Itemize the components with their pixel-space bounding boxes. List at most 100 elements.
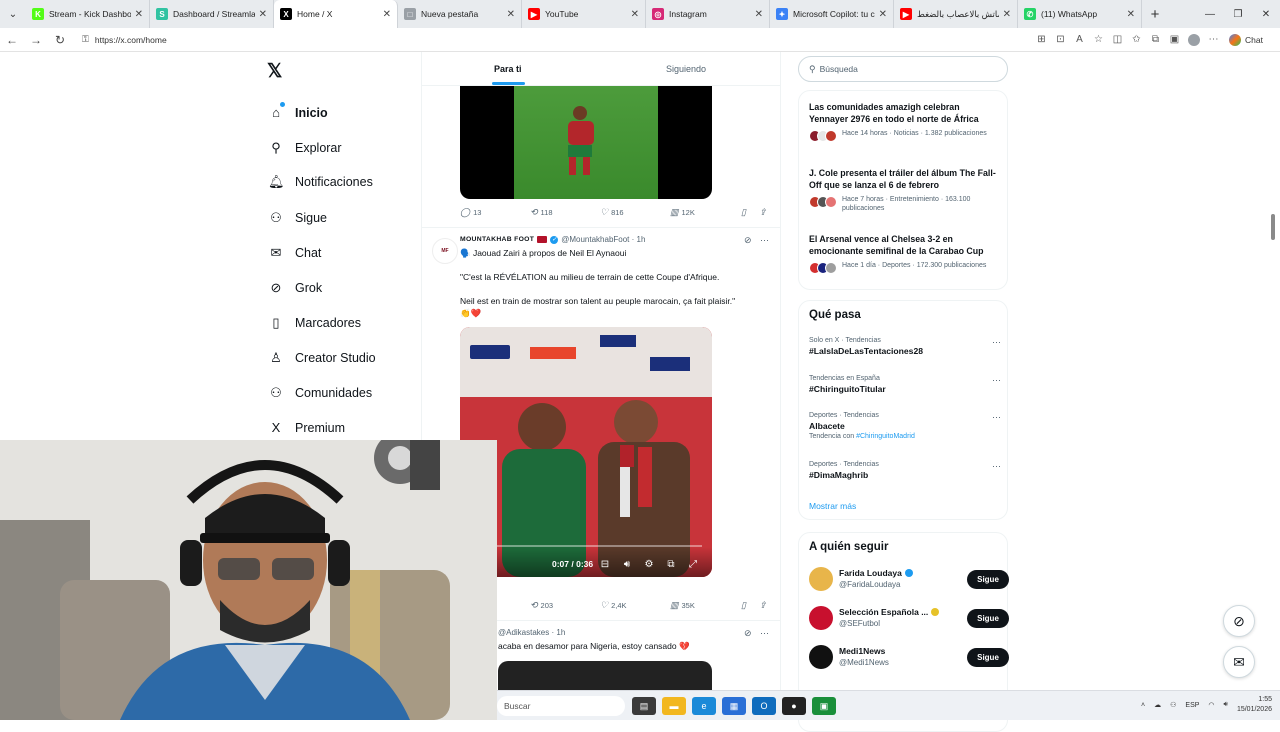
post-video[interactable] bbox=[460, 85, 712, 199]
follow-suggestion[interactable]: Farida Loudaya @FaridaLoudaya Sigue bbox=[809, 567, 1009, 593]
repost-button[interactable]: ⟲ 203 bbox=[530, 600, 553, 611]
more-options-icon[interactable]: ⋯ bbox=[992, 461, 1001, 472]
tab-close-icon[interactable]: ✕ bbox=[259, 9, 267, 20]
cloud-icon[interactable]: ☁ bbox=[1154, 701, 1161, 709]
bookmark-button[interactable]: ▯ bbox=[741, 207, 749, 218]
nav-item-creator-studio[interactable]: ♙ Creator Studio bbox=[268, 350, 375, 366]
captions-icon[interactable]: ⊟ bbox=[594, 559, 616, 570]
profile-avatar[interactable] bbox=[1188, 33, 1200, 46]
store-icon[interactable]: ▦ bbox=[722, 697, 746, 715]
pip-icon[interactable]: ⧉ bbox=[660, 559, 682, 570]
read-aloud-icon[interactable]: A bbox=[1070, 34, 1089, 45]
taskbar-search[interactable]: Buscar bbox=[497, 696, 625, 716]
outlook-icon[interactable]: O bbox=[752, 697, 776, 715]
more-options-icon[interactable]: ⋯ bbox=[992, 375, 1001, 386]
collections-icon[interactable]: ▣ bbox=[1165, 34, 1184, 45]
author-avatar[interactable]: MF bbox=[432, 238, 458, 264]
tab-close-icon[interactable]: ✕ bbox=[755, 9, 763, 20]
grok-floating-button[interactable]: ⊘ bbox=[1223, 605, 1255, 637]
forward-icon[interactable]: → bbox=[24, 33, 48, 47]
obs-icon[interactable]: ● bbox=[782, 697, 806, 715]
tab-close-icon[interactable]: ✕ bbox=[1003, 9, 1011, 20]
app-available-icon[interactable]: ⊞ bbox=[1032, 34, 1051, 45]
new-tab-button[interactable]: + bbox=[1142, 6, 1168, 23]
news-item[interactable]: J. Cole presenta el tráiler del álbum Th… bbox=[809, 167, 999, 213]
tab-close-icon[interactable]: ✕ bbox=[383, 9, 391, 20]
browser-tab[interactable]: ▶ ماتش بالاعصاب بالضغط ✕ bbox=[894, 0, 1018, 28]
trend-item[interactable]: Deportes · Tendencias #DimaMaghrib ⋯ bbox=[809, 461, 1001, 480]
tab-close-icon[interactable]: ✕ bbox=[507, 9, 515, 20]
fullscreen-icon[interactable]: ⤢ bbox=[682, 559, 704, 570]
nav-item-notificaciones[interactable]: 🔔︎ Notificaciones bbox=[268, 174, 373, 190]
settings-gear-icon[interactable]: ⚙ bbox=[638, 559, 660, 570]
trend-item[interactable]: Tendencias en España #ChiringuitoTitular ⋯ bbox=[809, 375, 1001, 394]
network-icon[interactable]: ⚇ bbox=[1170, 701, 1176, 709]
back-icon[interactable]: ← bbox=[0, 33, 24, 47]
site-info-icon[interactable]: ⚿ bbox=[82, 34, 89, 45]
browser-tab[interactable]: ✆ (11) WhatsApp ✕ bbox=[1018, 0, 1142, 28]
author-handle[interactable]: @Adikastakes bbox=[498, 628, 549, 637]
reload-icon[interactable]: ↻ bbox=[48, 33, 72, 47]
tab-close-icon[interactable]: ✕ bbox=[879, 9, 887, 20]
task-view-icon[interactable]: ▤ bbox=[632, 697, 656, 715]
repost-button[interactable]: ⟲ 118 bbox=[530, 207, 553, 218]
grok-icon[interactable]: ⊘ bbox=[744, 235, 752, 246]
file-explorer-icon[interactable]: ▬ bbox=[662, 697, 686, 715]
volume-icon[interactable]: 🔊︎ bbox=[1224, 701, 1228, 709]
more-options-icon[interactable]: ⋯ bbox=[992, 412, 1001, 423]
close-window-icon[interactable]: ✕ bbox=[1252, 9, 1280, 20]
nav-item-grok[interactable]: ⊘ Grok bbox=[268, 280, 323, 296]
share-button[interactable]: ⇪ bbox=[759, 600, 770, 611]
app-icon[interactable]: ▣ bbox=[812, 697, 836, 715]
trend-related-link[interactable]: #ChiringuitoMadrid bbox=[856, 433, 915, 440]
follow-button[interactable]: Sigue bbox=[967, 609, 1009, 628]
tab-close-icon[interactable]: ✕ bbox=[631, 9, 639, 20]
favorites-icon[interactable]: ✩ bbox=[1127, 34, 1146, 45]
browser-tab[interactable]: ✦ Microsoft Copilot: tu co ✕ bbox=[770, 0, 894, 28]
news-item[interactable]: El Arsenal vence al Chelsea 3-2 en emoci… bbox=[809, 233, 999, 274]
show-more-link[interactable]: Mostrar más bbox=[809, 501, 856, 511]
post-video[interactable]: 0:07 / 0:36 ⊟ 🔊︎ ⚙ ⧉ ⤢ bbox=[460, 327, 712, 577]
minimize-icon[interactable]: — bbox=[1196, 9, 1224, 20]
edge-icon[interactable]: e bbox=[692, 697, 716, 715]
news-item[interactable]: Las comunidades amazigh celebran Yennaye… bbox=[809, 101, 999, 142]
x-logo-icon[interactable]: 𝕏 bbox=[267, 60, 282, 83]
zoom-icon[interactable]: ⊡ bbox=[1051, 34, 1070, 45]
scrollbar-thumb[interactable] bbox=[1271, 214, 1275, 240]
split-screen-icon[interactable]: ◫ bbox=[1108, 34, 1127, 45]
avatar[interactable] bbox=[809, 606, 833, 630]
browser-tab[interactable]: □ Nueva pestaña ✕ bbox=[398, 0, 522, 28]
nav-item-inicio[interactable]: ⌂ Inicio bbox=[268, 102, 328, 120]
clock[interactable]: 1:55 15/01/2026 bbox=[1237, 695, 1272, 715]
follow-button[interactable]: Sigue bbox=[967, 570, 1009, 589]
grok-icon[interactable]: ⊘ bbox=[744, 628, 752, 639]
nav-item-comunidades[interactable]: ⚇ Comunidades bbox=[268, 385, 372, 401]
reply-button[interactable]: ◯ 13 bbox=[460, 207, 481, 218]
share-button[interactable]: ⇪ bbox=[759, 207, 770, 218]
tray-chevron-icon[interactable]: ˄ bbox=[1141, 702, 1145, 709]
tab-close-icon[interactable]: ✕ bbox=[1127, 9, 1135, 20]
more-options-icon[interactable]: ⋯ bbox=[992, 337, 1001, 348]
messages-floating-button[interactable]: ✉ bbox=[1223, 646, 1255, 678]
nav-item-sigue[interactable]: ⚇ Sigue bbox=[268, 210, 327, 226]
tab-actions-menu[interactable]: ⌄ bbox=[0, 0, 26, 28]
browser-tab[interactable]: X Home / X ✕ bbox=[274, 0, 398, 28]
nav-item-premium[interactable]: X Premium bbox=[268, 420, 345, 435]
nav-item-chat[interactable]: ✉ Chat bbox=[268, 245, 322, 261]
tab-siguiendo[interactable]: Siguiendo bbox=[666, 64, 706, 74]
copilot-chat-button[interactable]: Chat bbox=[1229, 33, 1263, 46]
trend-item[interactable]: Solo en X · Tendencias #LaIslaDeLasTentac… bbox=[809, 337, 1001, 356]
views-button[interactable]: ▥ 12K bbox=[670, 207, 695, 218]
more-options-icon[interactable]: ⋯ bbox=[760, 628, 769, 639]
browser-tab[interactable]: ▶ YouTube ✕ bbox=[522, 0, 646, 28]
tab-para-ti[interactable]: Para ti bbox=[494, 64, 522, 74]
author-name[interactable]: MOUNTAKHAB FOOT bbox=[460, 236, 534, 243]
volume-icon[interactable]: 🔊︎ bbox=[616, 559, 638, 570]
favorite-star-icon[interactable]: ☆ bbox=[1089, 34, 1108, 45]
search-input[interactable]: ⚲ Búsqueda bbox=[798, 56, 1008, 82]
author-handle[interactable]: @MountakhabFoot bbox=[561, 235, 629, 244]
browser-tab[interactable]: K Stream - Kick Dashboard ✕ bbox=[26, 0, 150, 28]
language-indicator[interactable]: ESP bbox=[1185, 702, 1199, 709]
avatar[interactable] bbox=[809, 567, 833, 591]
trend-item[interactable]: Deportes · Tendencias Albacete Tendencia c… bbox=[809, 412, 1001, 440]
